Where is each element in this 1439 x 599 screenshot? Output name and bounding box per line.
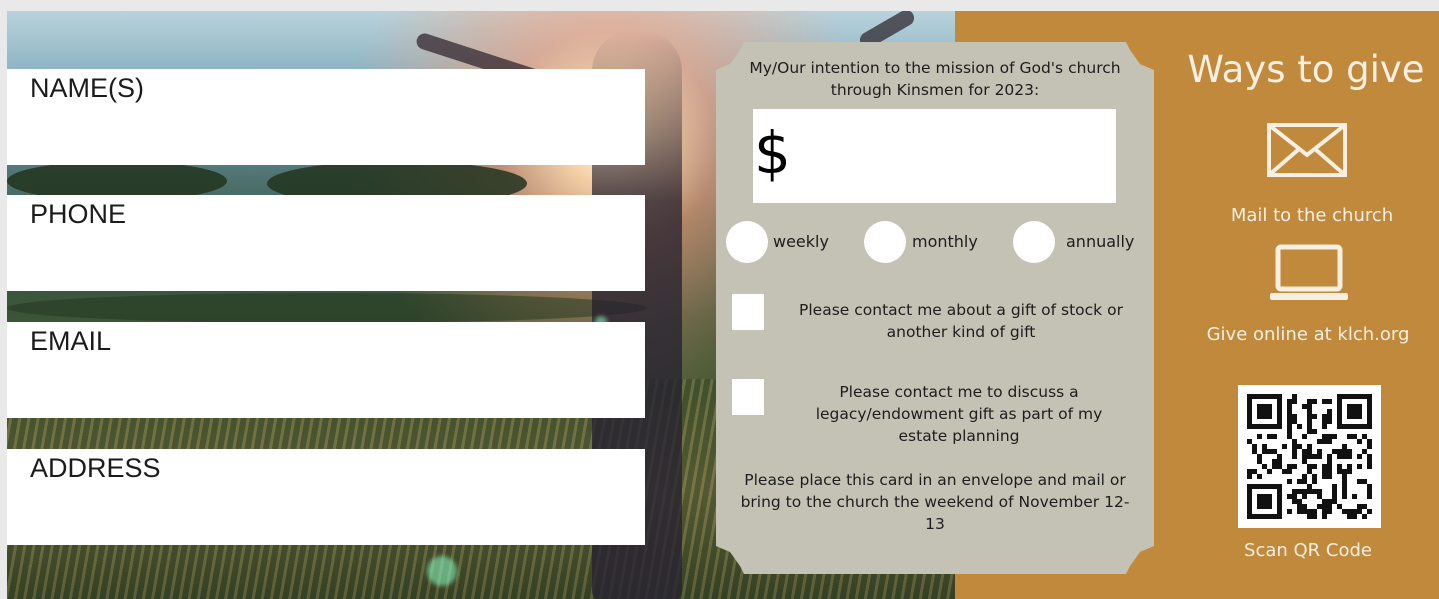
mail-text: Mail to the church — [1230, 205, 1394, 226]
ways-to-give-title: Ways to give — [1187, 48, 1425, 91]
dollar-sign: $ — [754, 119, 791, 187]
radio-annually-label: annually — [1066, 232, 1135, 251]
name-label: NAME(S) — [30, 73, 144, 103]
qr-code[interactable] — [1238, 385, 1381, 528]
envelope-icon — [1267, 123, 1347, 177]
radio-weekly[interactable] — [726, 221, 768, 263]
phone-field[interactable]: PHONE — [7, 195, 645, 291]
address-field[interactable]: ADDRESS — [7, 449, 645, 545]
phone-label: PHONE — [30, 199, 127, 229]
checkbox-stock-label: Please contact me about a gift of stock … — [799, 301, 1123, 341]
qr-text: Scan QR Code — [1244, 540, 1372, 561]
checkbox-stock-gift[interactable] — [732, 294, 764, 330]
radio-weekly-label: weekly — [773, 232, 829, 251]
radio-monthly-label: monthly — [912, 232, 978, 251]
email-label: EMAIL — [30, 326, 112, 356]
checkbox-legacy-label: Please contact me to discuss a legacy/en… — [815, 383, 1103, 445]
checkbox-legacy-gift[interactable] — [732, 379, 764, 415]
radio-annually[interactable] — [1013, 221, 1055, 263]
pledge-instructions: Please place this card in an envelope an… — [740, 471, 1130, 533]
pledge-intro: My/Our intention to the mission of God's… — [749, 59, 1121, 99]
radio-monthly[interactable] — [864, 221, 906, 263]
name-field[interactable]: NAME(S) — [7, 69, 645, 165]
amount-input[interactable] — [753, 109, 1116, 203]
laptop-icon — [1270, 244, 1348, 300]
qr-pattern — [1247, 394, 1372, 519]
email-field[interactable]: EMAIL — [7, 322, 645, 418]
address-label: ADDRESS — [30, 453, 161, 483]
online-text: Give online at klch.org — [1206, 324, 1410, 345]
